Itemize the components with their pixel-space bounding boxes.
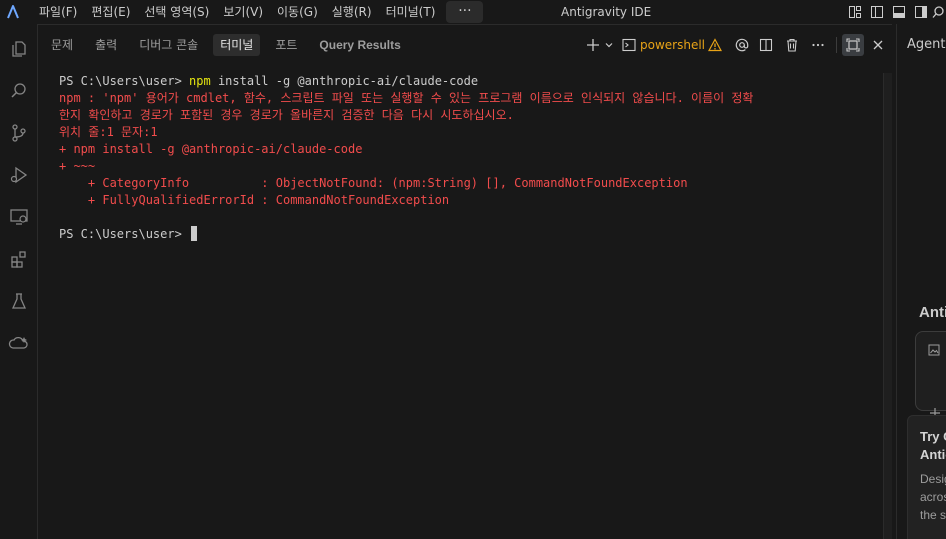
cloud-icon[interactable] (0, 323, 38, 363)
terminal-cursor (191, 226, 198, 241)
terminal-line: PS C:\Users\user> npm install -g @anthro… (59, 73, 879, 90)
extensions-icon[interactable] (0, 239, 38, 279)
search-icon[interactable] (932, 1, 946, 23)
terminal-output[interactable]: PS C:\Users\user> npm install -g @anthro… (59, 73, 879, 243)
terminal-panel: 문제 출력 디버그 콘솔 터미널 포트 Query Results powers… (38, 24, 892, 539)
explorer-icon[interactable] (0, 29, 38, 69)
command-args: install -g @anthropic-ai/claude-code (210, 74, 479, 88)
prompt: PS C:\Users\user> (59, 227, 190, 241)
more-actions-icon[interactable] (805, 34, 831, 56)
error-line: + ~~~ (59, 159, 96, 173)
customize-layout-icon[interactable] (844, 1, 866, 23)
search-icon[interactable] (0, 71, 38, 111)
tab-terminal[interactable]: 터미널 (213, 34, 261, 56)
agent-panel: Agent Anti Try C Antic Desig acros the s (896, 24, 946, 539)
tab-ports[interactable]: 포트 (275, 34, 297, 56)
plus-icon[interactable] (583, 34, 603, 56)
toggle-secondary-sidebar-icon[interactable] (910, 1, 932, 23)
close-panel-icon[interactable] (864, 34, 892, 56)
image-icon[interactable] (928, 344, 940, 359)
agent-tab[interactable]: Agent (907, 37, 945, 52)
trash-icon[interactable] (779, 34, 805, 56)
terminal-line: PS C:\Users\user> (59, 226, 879, 243)
at-icon[interactable] (731, 34, 753, 56)
error-line: 한지 확인하고 경로가 포함된 경우 경로가 올바른지 검증한 다음 다시 시도… (59, 108, 514, 122)
menu-more-button[interactable]: ··· (446, 1, 484, 23)
tab-query-results[interactable]: Query Results (319, 34, 400, 56)
terminal-scrollbar[interactable] (883, 73, 892, 539)
menu-file[interactable]: 파일(F) (32, 1, 84, 23)
split-terminal-icon[interactable] (753, 34, 779, 56)
testing-icon[interactable] (0, 281, 38, 321)
error-line: + FullyQualifiedErrorId : CommandNotFoun… (59, 193, 450, 207)
terminal-name[interactable]: powershell (640, 38, 705, 52)
menu-go[interactable]: 이동(G) (270, 1, 325, 23)
activity-bar (0, 24, 38, 539)
error-line: npm : 'npm' 용어가 cmdlet, 함수, 스크립트 파일 또는 실… (59, 91, 754, 105)
source-control-icon[interactable] (0, 113, 38, 153)
error-line: + npm install -g @anthropic-ai/claude-co… (59, 142, 363, 156)
card-title: Try C Antic (920, 429, 946, 462)
toggle-primary-sidebar-icon[interactable] (866, 1, 888, 23)
maximize-panel-icon[interactable] (842, 34, 864, 56)
agent-promo-card[interactable]: Try C Antic Desig acros the s (907, 415, 946, 539)
menu-terminal[interactable]: 터미널(T) (379, 1, 443, 23)
remote-explorer-icon[interactable] (0, 197, 38, 237)
menu-edit[interactable]: 편집(E) (84, 1, 137, 23)
run-debug-icon[interactable] (0, 155, 38, 195)
tab-problems[interactable]: 문제 (51, 34, 73, 56)
antigravity-logo-icon (0, 0, 26, 24)
command-name: npm (189, 74, 211, 88)
window-title: Antigravity IDE (561, 5, 652, 19)
prompt: PS C:\Users\user> (59, 74, 190, 88)
toggle-panel-icon[interactable] (888, 1, 910, 23)
tab-output[interactable]: 출력 (95, 34, 117, 56)
terminal-icon (621, 34, 637, 56)
menu-selection[interactable]: 선택 영역(S) (137, 1, 216, 23)
warning-icon (705, 34, 725, 56)
card-description: Desig acros the s (920, 472, 946, 522)
error-line: 위치 줄:1 문자:1 (59, 125, 158, 139)
agent-heading: Anti (919, 304, 946, 321)
menu-view[interactable]: 보기(V) (216, 1, 270, 23)
error-line: + CategoryInfo : ObjectNotFound: (npm:St… (59, 176, 688, 190)
title-bar: 파일(F) 편집(E) 선택 영역(S) 보기(V) 이동(G) 실행(R) 터… (0, 0, 946, 24)
menu-run[interactable]: 실행(R) (325, 1, 379, 23)
tab-debug-console[interactable]: 디버그 콘솔 (139, 34, 198, 56)
chevron-down-icon[interactable] (603, 34, 615, 56)
agent-input-box[interactable] (915, 331, 946, 418)
